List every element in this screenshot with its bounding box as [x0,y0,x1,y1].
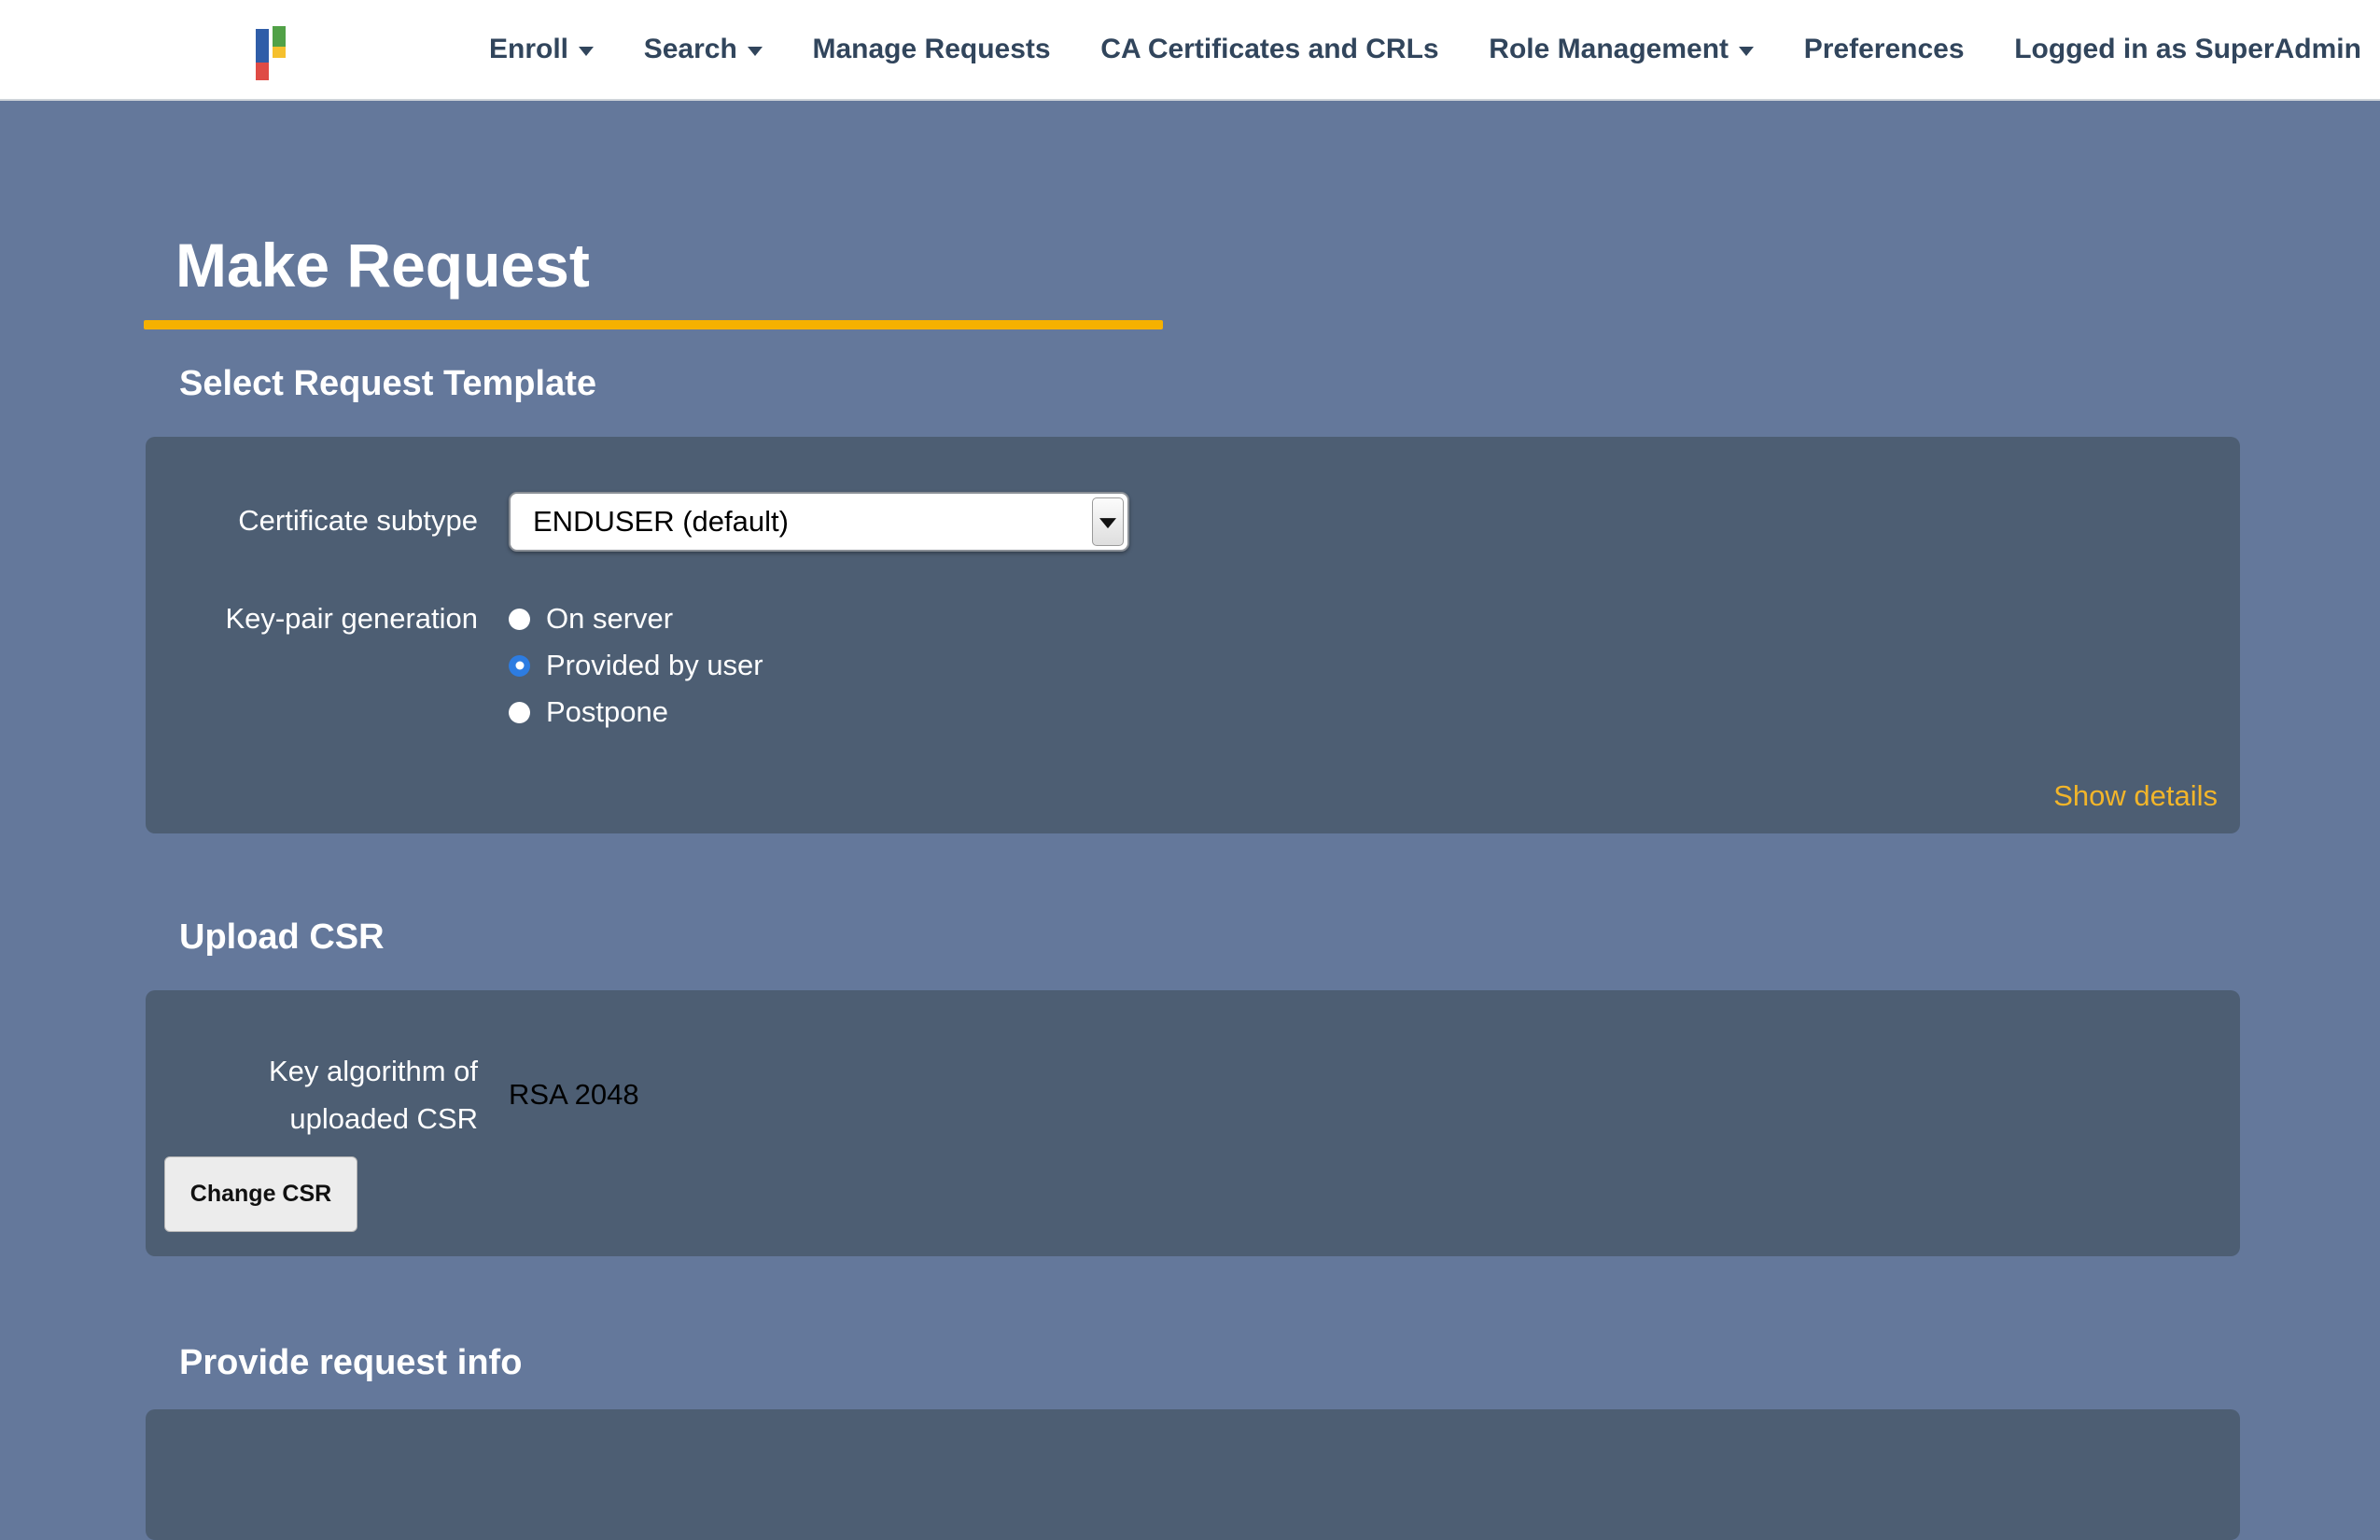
nav-item-ca-certificates-and-crls[interactable]: CA Certificates and CRLs [1100,34,1438,65]
nav-item-enroll[interactable]: Enroll [489,34,594,65]
key-algorithm-label: Key algorithm of uploaded CSR [146,1047,478,1142]
radio-icon [509,609,530,630]
brand-logo [256,26,287,80]
section-heading-select-request-template: Select Request Template [179,363,596,404]
select-request-template-panel: Certificate subtype ENDUSER (default) Ke… [146,437,2240,833]
radio-option-postpone[interactable]: Postpone [509,695,763,729]
chevron-down-icon [1739,47,1754,56]
nav-menu: Enroll Search Manage Requests CA Certifi… [489,0,2361,99]
radio-checked-icon [509,655,530,677]
certificate-subtype-select[interactable]: ENDUSER (default) [509,492,1129,552]
key-algorithm-label-line2: uploaded CSR [146,1095,478,1142]
radio-option-provided-by-user[interactable]: Provided by user [509,649,763,682]
radio-option-label: On server [546,602,673,636]
nav-item-label: Manage Requests [813,34,1051,65]
radio-icon [509,702,530,723]
section-heading-provide-request-info: Provide request info [179,1342,522,1383]
caret-down-icon [1099,518,1116,528]
certificate-subtype-label: Certificate subtype [146,504,478,538]
key-algorithm-label-line1: Key algorithm of [146,1047,478,1095]
dropdown-arrow-button[interactable] [1092,497,1124,546]
radio-option-label: Postpone [546,695,668,729]
change-csr-button[interactable]: Change CSR [164,1156,357,1232]
chevron-down-icon [579,47,594,56]
nav-item-label: Search [644,34,737,65]
title-underline-rule [144,320,1163,329]
nav-item-preferences[interactable]: Preferences [1804,34,1965,65]
provide-request-info-panel [146,1409,2240,1540]
upload-csr-panel: Key algorithm of uploaded CSR RSA 2048 C… [146,990,2240,1256]
chevron-down-icon [748,47,763,56]
show-details-link[interactable]: Show details [2053,779,2218,813]
nav-item-manage-requests[interactable]: Manage Requests [813,34,1051,65]
nav-item-label: CA Certificates and CRLs [1100,34,1438,65]
nav-item-label: Enroll [489,34,568,65]
key-algorithm-value: RSA 2048 [509,1078,639,1112]
keypair-generation-radio-group: On server Provided by user Postpone [509,602,763,742]
section-heading-upload-csr: Upload CSR [179,917,385,958]
nav-item-label: Preferences [1804,34,1965,65]
top-navbar: Enroll Search Manage Requests CA Certifi… [0,0,2380,101]
keypair-generation-label: Key-pair generation [146,602,478,636]
nav-item-search[interactable]: Search [644,34,763,65]
nav-item-label: Role Management [1489,34,1729,65]
radio-option-label: Provided by user [546,649,763,682]
nav-item-logged-in-as[interactable]: Logged in as SuperAdmin [2014,34,2361,65]
certificate-subtype-selected-value: ENDUSER (default) [533,505,789,539]
radio-option-on-server[interactable]: On server [509,602,763,636]
make-request-page: { "nav": { "items": [ { "label": "Enroll… [0,0,2380,1465]
nav-item-label: Logged in as SuperAdmin [2014,34,2361,65]
page-title: Make Request [175,228,590,302]
nav-item-role-management[interactable]: Role Management [1489,34,1754,65]
